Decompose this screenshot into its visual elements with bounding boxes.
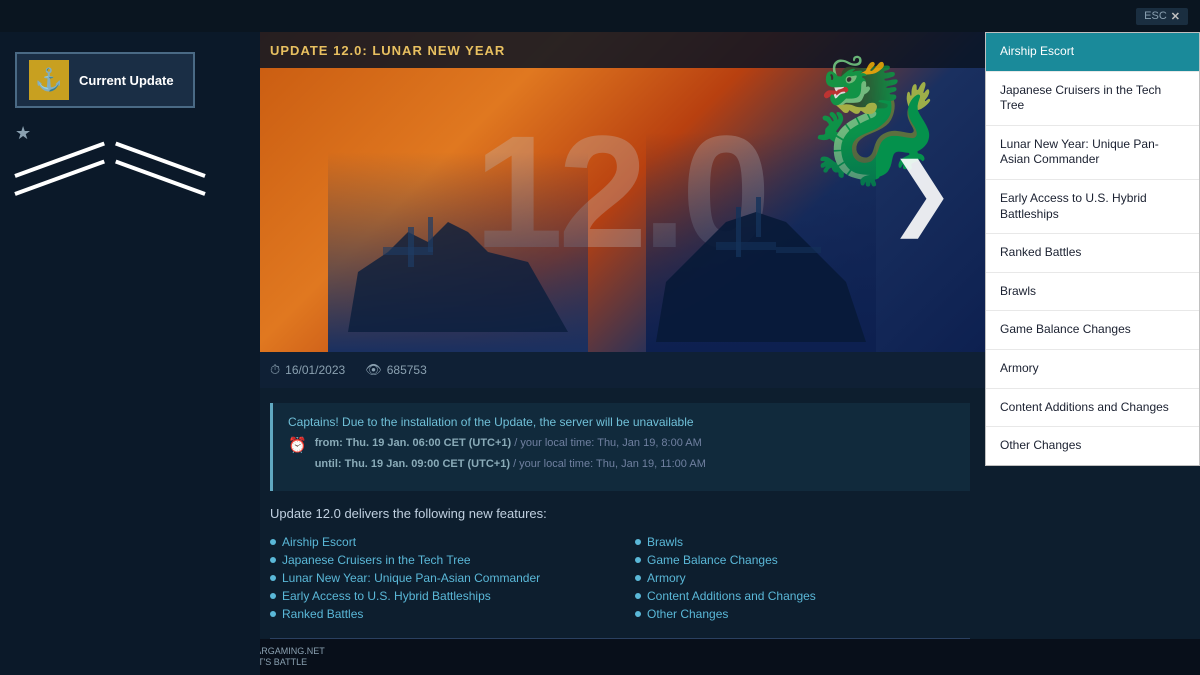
star-icon[interactable]: ★ (15, 123, 31, 144)
chevron-line2-right (115, 160, 206, 196)
notice-from-label: from: (315, 437, 343, 449)
feature-item-right[interactable]: Brawls (635, 533, 970, 551)
feature-bullet (270, 557, 276, 563)
views-meta: 👁 685753 (365, 362, 427, 378)
feature-item-right[interactable]: Content Additions and Changes (635, 587, 970, 605)
right-menu-item-2[interactable]: Lunar New Year: Unique Pan-Asian Command… (986, 126, 1199, 180)
feature-item-right[interactable]: Game Balance Changes (635, 551, 970, 569)
feature-label: Lunar New Year: Unique Pan-Asian Command… (282, 571, 540, 585)
chevron-line2-left (14, 160, 105, 196)
left-nav: ⚓ Current Update ★ (0, 32, 260, 675)
feature-item-left[interactable]: Japanese Cruisers in the Tech Tree (270, 551, 605, 569)
view-count: 685753 (387, 363, 427, 377)
feature-bullet (635, 575, 641, 581)
feature-bullet (635, 593, 641, 599)
right-menu-item-4[interactable]: Ranked Battles (986, 234, 1199, 273)
update-title: UPDATE 12.0: LUNAR NEW YEAR (270, 43, 505, 58)
notice-box: Captains! Due to the installation of the… (270, 403, 970, 491)
feature-item-right[interactable]: Armory (635, 569, 970, 587)
feature-bullet (270, 611, 276, 617)
favorites-section: ★ (15, 123, 245, 144)
hero-ship-left (328, 152, 588, 352)
chevron-line-right (115, 142, 206, 178)
eye-icon: 👁 (365, 362, 382, 378)
chevron-nav (15, 154, 205, 214)
notice-from-time: Thu. 19 Jan. 06:00 CET (UTC+1) / your lo… (346, 437, 702, 449)
right-menu-item-6[interactable]: Game Balance Changes (986, 311, 1199, 350)
feature-bullet (635, 557, 641, 563)
right-menu-item-5[interactable]: Brawls (986, 273, 1199, 312)
anchor-icon: ⚓ (35, 67, 62, 93)
notice-until-row: ⏰ until: Thu. 19 Jan. 09:00 CET (UTC+1) … (288, 458, 955, 475)
right-menu-item-9[interactable]: Other Changes (986, 427, 1199, 465)
top-bar: ESC ✕ (0, 0, 1200, 32)
calendar-icon: ⏱ (270, 362, 280, 378)
right-menu-item-7[interactable]: Armory (986, 350, 1199, 389)
right-menu: Airship EscortJapanese Cruisers in the T… (985, 32, 1200, 466)
notice-from-row: ⏰ from: Thu. 19 Jan. 06:00 CET (UTC+1) /… (288, 437, 955, 454)
features-right-col: Brawls Game Balance Changes Armory Content … (635, 533, 970, 623)
feature-label: Early Access to U.S. Hybrid Battleships (282, 589, 491, 603)
feature-bullet (270, 539, 276, 545)
feature-bullet (635, 539, 641, 545)
feature-bullet (270, 575, 276, 581)
right-menu-item-0[interactable]: Airship Escort (986, 33, 1199, 72)
features-section: Update 12.0 delivers the following new f… (270, 506, 970, 623)
chevron-line-left (14, 142, 105, 178)
notice-main-text: Captains! Due to the installation of the… (288, 415, 955, 429)
publish-date: 16/01/2023 (285, 363, 345, 377)
feature-item-left[interactable]: Ranked Battles (270, 605, 605, 623)
feature-item-right[interactable]: Other Changes (635, 605, 970, 623)
clock-icon: ⏰ (288, 436, 307, 454)
right-menu-item-1[interactable]: Japanese Cruisers in the Tech Tree (986, 72, 1199, 126)
feature-label: Content Additions and Changes (647, 589, 816, 603)
feature-label: Japanese Cruisers in the Tech Tree (282, 553, 471, 567)
feature-label: Armory (647, 571, 686, 585)
meta-bar: ⏱ 16/01/2023 👁 685753 (255, 352, 985, 388)
notice-until-label: until: (315, 458, 342, 470)
right-menu-item-8[interactable]: Content Additions and Changes (986, 389, 1199, 428)
current-update-button[interactable]: ⚓ Current Update (15, 52, 195, 108)
close-icon: ✕ (1171, 10, 1180, 23)
features-intro: Update 12.0 delivers the following new f… (270, 506, 970, 521)
feature-item-left[interactable]: Lunar New Year: Unique Pan-Asian Command… (270, 569, 605, 587)
main-content: ⚓ Current Update ★ UPDATE 12.0: LUNAR NE… (0, 32, 1200, 675)
chevron-up (15, 154, 205, 214)
current-update-label: Current Update (79, 73, 174, 88)
feature-label: Ranked Battles (282, 607, 363, 621)
hero-ship-right (646, 132, 876, 352)
notice-until-time: Thu. 19 Jan. 09:00 CET (UTC+1) / your lo… (345, 458, 706, 470)
hero-image: UPDATE 12.0: LUNAR NEW YEAR 🐉 12.0 (255, 32, 985, 352)
esc-label: ESC (1144, 10, 1167, 22)
center-content[interactable]: UPDATE 12.0: LUNAR NEW YEAR 🐉 12.0 (255, 32, 985, 675)
anchor-icon-box: ⚓ (29, 60, 69, 100)
features-left-col: Airship Escort Japanese Cruisers in the T… (270, 533, 605, 623)
right-menu-item-3[interactable]: Early Access to U.S. Hybrid Battleships (986, 180, 1199, 234)
hero-next-arrow[interactable]: ❯ (888, 146, 955, 239)
feature-label: Airship Escort (282, 535, 356, 549)
feature-label: Game Balance Changes (647, 553, 778, 567)
feature-label: Other Changes (647, 607, 728, 621)
feature-bullet (270, 593, 276, 599)
feature-bullet (635, 611, 641, 617)
features-grid: Airship Escort Japanese Cruisers in the T… (270, 533, 970, 623)
date-meta: ⏱ 16/01/2023 (270, 362, 345, 378)
esc-button[interactable]: ESC ✕ (1136, 8, 1188, 25)
feature-label: Brawls (647, 535, 683, 549)
feature-item-left[interactable]: Airship Escort (270, 533, 605, 551)
feature-item-left[interactable]: Early Access to U.S. Hybrid Battleships (270, 587, 605, 605)
